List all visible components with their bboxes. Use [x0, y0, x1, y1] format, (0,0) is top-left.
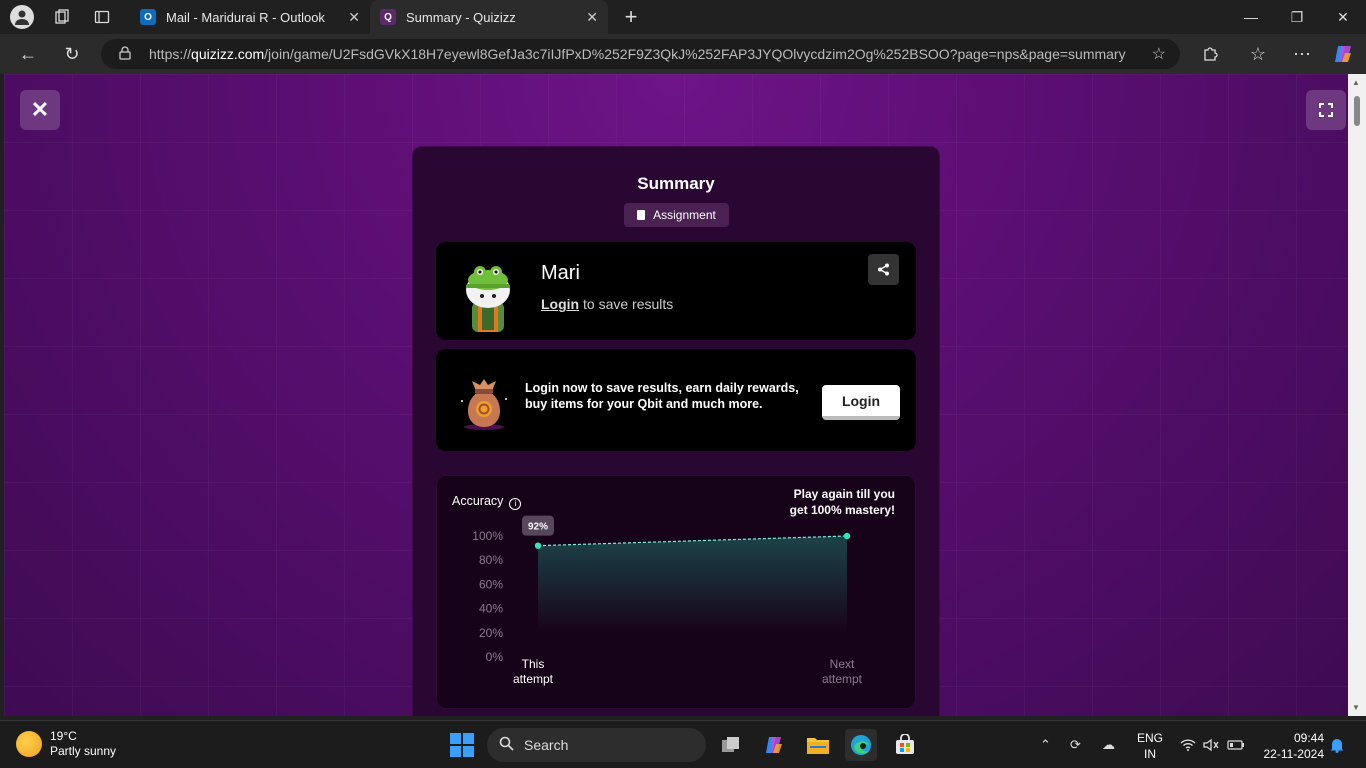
assignment-badge: Assignment: [624, 203, 729, 227]
language-indicator[interactable]: ENG IN: [1136, 730, 1164, 762]
url-domain: quizizz.com: [191, 46, 265, 62]
weather-widget[interactable]: 19°C Partly sunny: [16, 729, 116, 759]
notification-bell-icon[interactable]: [1330, 721, 1344, 768]
weather-desc: Partly sunny: [50, 744, 117, 758]
task-view-icon[interactable]: [715, 729, 747, 761]
tab-outlook[interactable]: O Mail - Maridurai R - Outlook ✕: [130, 0, 370, 34]
login-button[interactable]: Login: [822, 385, 900, 420]
page-scrollbar[interactable]: ▲ ▼: [1348, 74, 1366, 716]
login-hint-text: to save results: [579, 296, 674, 312]
outlook-icon: O: [140, 9, 156, 25]
restore-button[interactable]: ❐: [1274, 0, 1320, 34]
tab-title: Summary - Quizizz: [406, 9, 516, 25]
assignment-label: Assignment: [653, 208, 716, 222]
language-code: ENG: [1136, 731, 1163, 745]
accuracy-chart: 100% 80% 60% 40% 20% 0% 92% This attempt Next atte…: [472, 515, 863, 686]
tab-quizizz[interactable]: Q Summary - Quizizz ✕: [370, 0, 608, 34]
language-region: IN: [1144, 747, 1156, 761]
wifi-icon[interactable]: [1180, 721, 1196, 768]
scrollbar-thumb[interactable]: [1354, 96, 1360, 126]
browser-titlebar: O Mail - Maridurai R - Outlook ✕ Q Summa…: [0, 0, 1366, 34]
y-tick-label: 20%: [479, 626, 503, 640]
clock-time: 09:44: [1293, 731, 1324, 745]
workspaces-icon[interactable]: [42, 0, 82, 34]
close-window-button[interactable]: ✕: [1320, 0, 1366, 34]
url-path: /join/game/U2FsdGVkX18H7eyewl8GefJa3c7iI…: [264, 46, 1126, 62]
page-title: Summary: [637, 174, 715, 193]
tab-actions-icon[interactable]: [82, 0, 122, 34]
search-placeholder: Search: [524, 737, 569, 753]
address-bar[interactable]: https://quizizz.com/join/game/U2FsdGVkX1…: [101, 39, 1180, 69]
profile-avatar-icon[interactable]: [10, 5, 34, 29]
refresh-button[interactable]: ↻: [57, 40, 87, 68]
login-link[interactable]: Login: [541, 296, 579, 312]
show-hidden-icons-chevron-icon[interactable]: ⌃: [1040, 721, 1051, 768]
extensions-icon[interactable]: [1195, 40, 1225, 68]
back-button[interactable]: ←: [13, 40, 43, 68]
login-hint: Login to save results: [541, 296, 673, 312]
search-icon: [499, 736, 514, 755]
user-card: Mari Login to save results: [436, 242, 916, 340]
scroll-down-icon[interactable]: ▼: [1352, 703, 1360, 712]
accuracy-area: [538, 536, 847, 657]
fullscreen-button[interactable]: [1306, 90, 1346, 130]
edge-browser-icon[interactable]: [845, 729, 877, 761]
url-text[interactable]: https://quizizz.com/join/game/U2FsdGVkX1…: [149, 46, 1126, 62]
onedrive-cloud-icon[interactable]: ☁: [1102, 721, 1115, 768]
quizizz-icon: Q: [380, 9, 396, 25]
y-tick-label: 40%: [479, 602, 503, 616]
close-tab-icon[interactable]: ✕: [586, 9, 598, 26]
windows-taskbar: 19°C Partly sunny Search ⌃ ⟳ ☁ ENG IN 09…: [0, 720, 1366, 768]
quizizz-page: ✕ Summary Assignment Mari Login to save …: [4, 74, 1348, 716]
minimize-button[interactable]: —: [1228, 0, 1274, 34]
browser-toolbar: ← ↻ https://quizizz.com/join/game/U2FsdG…: [0, 34, 1366, 74]
store-icon[interactable]: [889, 729, 921, 761]
system-clock[interactable]: 09:44 22-11-2024: [1258, 730, 1325, 762]
volume-muted-icon[interactable]: [1203, 721, 1219, 768]
lock-icon[interactable]: [119, 45, 133, 63]
clock-date: 22-11-2024: [1263, 747, 1325, 761]
file-explorer-icon[interactable]: [802, 729, 834, 761]
avatar: [458, 260, 518, 336]
close-tab-icon[interactable]: ✕: [348, 9, 360, 26]
start-button[interactable]: [450, 733, 474, 757]
document-icon: [637, 210, 646, 220]
y-tick-label: 0%: [486, 650, 504, 664]
y-tick-label: 60%: [479, 577, 503, 591]
close-summary-button[interactable]: ✕: [20, 90, 60, 130]
login-promo-message: Login now to save results, earn daily re…: [525, 381, 799, 411]
favorite-star-icon[interactable]: ☆: [1152, 44, 1166, 64]
user-name: Mari: [541, 262, 580, 284]
data-point: [843, 532, 851, 540]
fullscreen-icon: [1319, 103, 1333, 117]
copilot-app-icon[interactable]: [758, 729, 790, 761]
y-tick-label: 80%: [479, 553, 503, 567]
more-menu-icon[interactable]: ⋯: [1287, 40, 1317, 68]
sync-icon[interactable]: ⟳: [1070, 721, 1081, 768]
money-bag-icon: [454, 371, 514, 431]
login-promo-card: Login now to save results, earn daily re…: [436, 349, 916, 451]
tab-title: Mail - Maridurai R - Outlook: [166, 9, 325, 25]
x-category-label: This attempt: [513, 657, 554, 686]
share-icon: [878, 263, 889, 276]
scroll-up-icon[interactable]: ▲: [1352, 78, 1360, 87]
x-category-label: Next attempt: [822, 657, 863, 686]
copilot-icon[interactable]: [1328, 40, 1358, 68]
y-tick-label: 100%: [472, 529, 503, 543]
share-button[interactable]: [868, 254, 899, 285]
battery-icon[interactable]: [1227, 721, 1245, 768]
favorites-icon[interactable]: ☆: [1243, 40, 1273, 68]
new-tab-button[interactable]: +: [618, 4, 644, 30]
summary-panel: Summary Assignment Mari Login to save re…: [412, 146, 940, 716]
url-prefix: https://: [149, 46, 192, 62]
weather-temp: 19°C: [50, 729, 77, 743]
data-point: [534, 542, 542, 549]
taskbar-search[interactable]: Search: [487, 728, 706, 762]
accuracy-card: Accuracy i Play again till you get 100% m…: [436, 475, 916, 709]
partly-sunny-icon: [16, 731, 42, 757]
data-label: 92%: [528, 522, 548, 533]
